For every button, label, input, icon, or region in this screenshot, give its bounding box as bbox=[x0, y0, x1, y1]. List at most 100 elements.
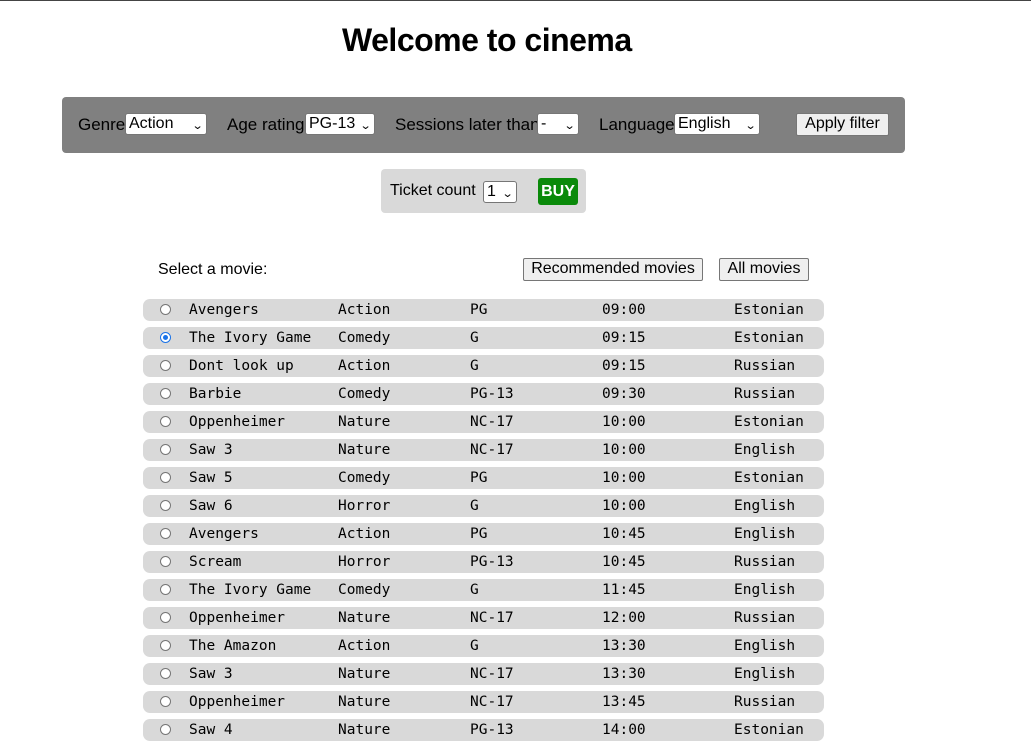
movie-time: 09:30 bbox=[602, 386, 646, 402]
movie-radio[interactable] bbox=[160, 444, 171, 455]
movie-language: English bbox=[734, 666, 796, 682]
movie-genre: Action bbox=[338, 526, 391, 542]
movie-row[interactable]: The Amazon Action G 13:30 English bbox=[143, 635, 824, 657]
movie-row[interactable]: Saw 3 Nature NC-17 10:00 English bbox=[143, 439, 824, 461]
age-rating-select-value: PG-13 bbox=[309, 115, 356, 132]
movie-time: 10:00 bbox=[602, 442, 646, 458]
movie-radio[interactable] bbox=[160, 416, 171, 427]
all-movies-button[interactable]: All movies bbox=[719, 258, 809, 281]
language-select[interactable]: English ⌄ bbox=[674, 113, 760, 135]
movie-time: 13:30 bbox=[602, 666, 646, 682]
movie-title: Saw 5 bbox=[189, 470, 233, 486]
movie-genre: Nature bbox=[338, 442, 391, 458]
movie-genre: Comedy bbox=[338, 470, 391, 486]
recommended-movies-button[interactable]: Recommended movies bbox=[523, 258, 703, 281]
movie-genre: Nature bbox=[338, 414, 391, 430]
movie-radio[interactable] bbox=[160, 696, 171, 707]
movie-title: The Ivory Game bbox=[189, 582, 312, 598]
movie-language: English bbox=[734, 638, 796, 654]
apply-filter-button[interactable]: Apply filter bbox=[796, 113, 889, 136]
movie-radio[interactable] bbox=[160, 388, 171, 399]
chevron-down-icon: ⌄ bbox=[191, 120, 204, 132]
movie-time: 09:00 bbox=[602, 302, 646, 318]
movie-row[interactable]: Oppenheimer Nature NC-17 10:00 Estonian bbox=[143, 411, 824, 433]
top-border bbox=[0, 0, 1031, 1]
movie-time: 09:15 bbox=[602, 330, 646, 346]
chevron-down-icon: ⌄ bbox=[501, 188, 514, 200]
movie-age-rating: NC-17 bbox=[470, 610, 514, 626]
movie-age-rating: PG-13 bbox=[470, 386, 514, 402]
movie-time: 10:00 bbox=[602, 498, 646, 514]
movie-row[interactable]: Saw 6 Horror G 10:00 English bbox=[143, 495, 824, 517]
movie-row[interactable]: Avengers Action PG 09:00 Estonian bbox=[143, 299, 824, 321]
movie-radio[interactable] bbox=[160, 528, 171, 539]
movie-radio[interactable] bbox=[160, 556, 171, 567]
movie-row[interactable]: Saw 5 Comedy PG 10:00 Estonian bbox=[143, 467, 824, 489]
chevron-down-icon: ⌄ bbox=[359, 120, 372, 132]
movie-radio[interactable] bbox=[160, 668, 171, 679]
movie-language: Estonian bbox=[734, 330, 804, 346]
sessions-select[interactable]: - ⌄ bbox=[537, 113, 579, 135]
movie-title: Saw 3 bbox=[189, 666, 233, 682]
movie-radio[interactable] bbox=[160, 584, 171, 595]
movie-age-rating: G bbox=[470, 638, 479, 654]
movie-age-rating: PG bbox=[470, 526, 488, 542]
movie-genre: Action bbox=[338, 302, 391, 318]
ticket-count-select[interactable]: 1 ⌄ bbox=[483, 181, 517, 203]
movie-time: 10:00 bbox=[602, 414, 646, 430]
movie-title: Barbie bbox=[189, 386, 242, 402]
movie-row[interactable]: Barbie Comedy PG-13 09:30 Russian bbox=[143, 383, 824, 405]
movie-radio[interactable] bbox=[160, 360, 171, 371]
movie-radio[interactable] bbox=[160, 724, 171, 735]
movie-row[interactable]: Avengers Action PG 10:45 English bbox=[143, 523, 824, 545]
ticket-count-value: 1 bbox=[487, 183, 496, 200]
movie-language: Estonian bbox=[734, 302, 804, 318]
movie-genre: Nature bbox=[338, 722, 391, 738]
movie-title: Avengers bbox=[189, 526, 259, 542]
movie-time: 12:00 bbox=[602, 610, 646, 626]
movie-row[interactable]: The Ivory Game Comedy G 09:15 Estonian bbox=[143, 327, 824, 349]
movie-row[interactable]: Saw 3 Nature NC-17 13:30 English bbox=[143, 663, 824, 685]
movie-language: Estonian bbox=[734, 722, 804, 738]
movie-title: Oppenheimer bbox=[189, 610, 286, 626]
movie-time: 14:00 bbox=[602, 722, 646, 738]
chevron-down-icon: ⌄ bbox=[744, 120, 757, 132]
movie-title: The Amazon bbox=[189, 638, 277, 654]
movie-radio[interactable] bbox=[160, 640, 171, 651]
movie-row[interactable]: Oppenheimer Nature NC-17 13:45 Russian bbox=[143, 691, 824, 713]
movie-row[interactable]: Dont look up Action G 09:15 Russian bbox=[143, 355, 824, 377]
movie-radio[interactable] bbox=[160, 500, 171, 511]
movie-language: English bbox=[734, 442, 796, 458]
genre-select[interactable]: Action ⌄ bbox=[125, 113, 207, 135]
movie-genre: Comedy bbox=[338, 386, 391, 402]
movie-age-rating: G bbox=[470, 358, 479, 374]
chevron-down-icon: ⌄ bbox=[563, 120, 576, 132]
movie-genre: Nature bbox=[338, 610, 391, 626]
movie-age-rating: G bbox=[470, 582, 479, 598]
movie-age-rating: PG bbox=[470, 302, 488, 318]
movie-genre: Nature bbox=[338, 694, 391, 710]
movie-row[interactable]: The Ivory Game Comedy G 11:45 English bbox=[143, 579, 824, 601]
movie-age-rating: PG-13 bbox=[470, 722, 514, 738]
movie-row[interactable]: Oppenheimer Nature NC-17 12:00 Russian bbox=[143, 607, 824, 629]
movie-title: Saw 4 bbox=[189, 722, 233, 738]
genre-select-value: Action bbox=[129, 115, 174, 132]
movie-language: Russian bbox=[734, 610, 796, 626]
age-rating-label: Age rating bbox=[227, 115, 305, 134]
movie-row[interactable]: Scream Horror PG-13 10:45 Russian bbox=[143, 551, 824, 573]
movie-radio[interactable] bbox=[160, 332, 171, 343]
movie-time: 10:00 bbox=[602, 470, 646, 486]
movie-age-rating: G bbox=[470, 330, 479, 346]
movie-row[interactable]: Saw 4 Nature PG-13 14:00 Estonian bbox=[143, 719, 824, 741]
movie-age-rating: NC-17 bbox=[470, 694, 514, 710]
movie-radio[interactable] bbox=[160, 472, 171, 483]
movie-time: 13:30 bbox=[602, 638, 646, 654]
age-rating-select[interactable]: PG-13 ⌄ bbox=[305, 113, 375, 135]
buy-button[interactable]: BUY bbox=[538, 178, 578, 205]
movie-language: English bbox=[734, 498, 796, 514]
movie-radio[interactable] bbox=[160, 304, 171, 315]
movie-radio[interactable] bbox=[160, 612, 171, 623]
language-label: Language bbox=[599, 115, 675, 134]
movie-genre: Horror bbox=[338, 498, 391, 514]
movie-genre: Comedy bbox=[338, 330, 391, 346]
